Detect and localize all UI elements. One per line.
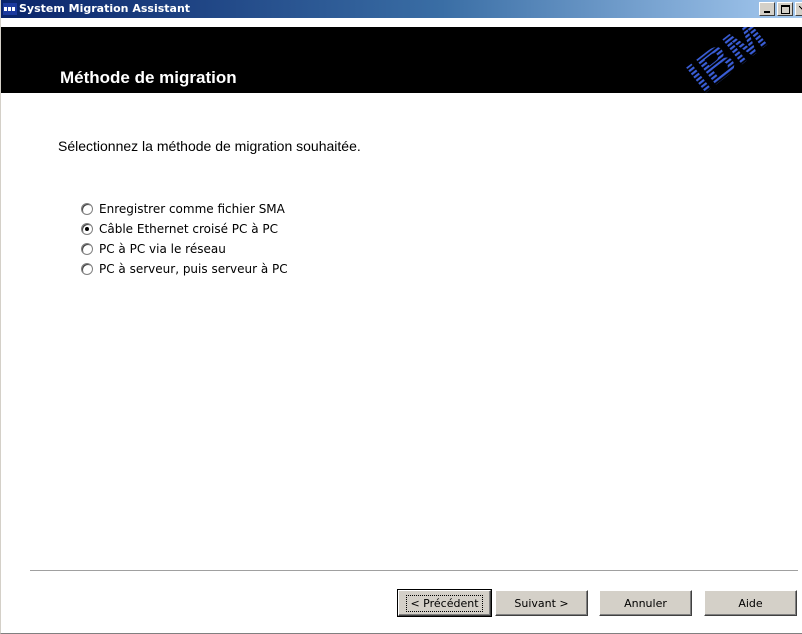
option-label: PC à serveur, puis serveur à PC [99,262,288,276]
option-label: Câble Ethernet croisé PC à PC [99,222,278,236]
ibm-logo-text: IBM [677,27,775,93]
radio-button[interactable] [81,263,93,275]
back-button[interactable]: < Précédent [397,589,492,617]
radio-button[interactable] [81,243,93,255]
option-network[interactable]: PC à PC via le réseau [81,239,288,259]
option-sma-file[interactable]: Enregistrer comme fichier SMA [81,199,288,219]
minimize-button[interactable] [759,2,775,16]
option-server[interactable]: PC à serveur, puis serveur à PC [81,259,288,279]
option-label: PC à PC via le réseau [99,242,226,256]
footer-separator [30,570,798,572]
sma-window: System Migration Assistant Méthode de mi… [0,0,802,634]
option-label: Enregistrer comme fichier SMA [99,202,285,216]
migration-method-options: Enregistrer comme fichier SMA Câble Ethe… [81,199,288,279]
radio-button[interactable] [81,203,93,215]
app-icon [3,3,17,15]
close-button[interactable] [795,2,802,16]
next-button[interactable]: Suivant > [495,590,588,616]
option-crossover-cable[interactable]: Câble Ethernet croisé PC à PC [81,219,288,239]
help-button[interactable]: Aide [704,590,797,616]
header-banner: Méthode de migration IBM [1,27,802,93]
ibm-logo-icon: IBM [677,27,775,93]
window-title: System Migration Assistant [19,2,191,15]
page-title: Méthode de migration [60,68,237,87]
window-controls [759,2,802,16]
radio-button-selected[interactable] [81,223,93,235]
maximize-button[interactable] [777,2,793,16]
instruction-text: Sélectionnez la méthode de migration sou… [58,138,361,154]
cancel-button[interactable]: Annuler [599,590,692,616]
title-bar[interactable]: System Migration Assistant [1,0,802,18]
